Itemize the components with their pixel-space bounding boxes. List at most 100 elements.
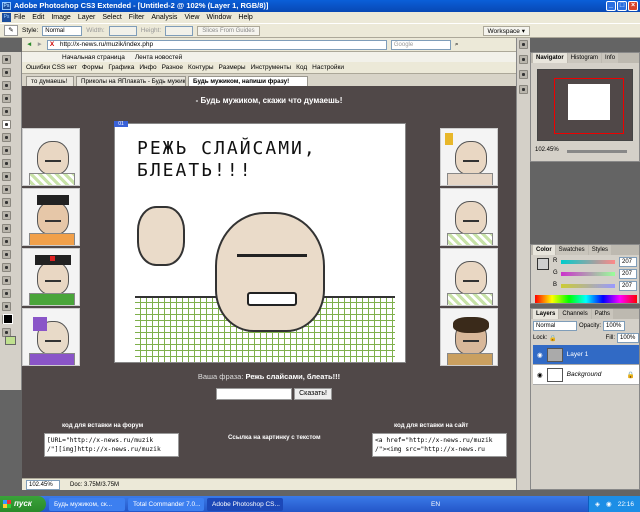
menu-view[interactable]: View — [184, 14, 199, 21]
marquee-tool-icon[interactable] — [2, 68, 11, 77]
menu-layer[interactable]: Layer — [78, 14, 96, 21]
tab-color[interactable]: Color — [533, 245, 555, 255]
visibility-eye-icon[interactable]: ◉ — [537, 371, 543, 379]
tab-paths[interactable]: Paths — [591, 309, 614, 319]
stop-icon[interactable]: X — [50, 41, 54, 49]
navigator-zoom-slider[interactable] — [567, 150, 627, 153]
dock-panel-icon[interactable] — [519, 70, 528, 79]
lasso-tool-icon[interactable] — [2, 81, 11, 90]
gradient-tool-icon[interactable] — [2, 198, 11, 207]
menu-edit[interactable]: Edit — [32, 14, 44, 21]
shape-tool-icon[interactable] — [2, 276, 11, 285]
style-select[interactable]: Normal — [42, 25, 83, 36]
start-button[interactable]: пуск — [0, 496, 46, 512]
face-thumb[interactable] — [440, 248, 498, 306]
eraser-tool-icon[interactable] — [2, 185, 11, 194]
menu-filter[interactable]: Filter — [129, 14, 145, 21]
slices-from-guides-button[interactable]: Slices From Guides — [197, 25, 260, 36]
tab-1[interactable]: то думаешь! — [26, 76, 74, 86]
healing-brush-icon[interactable] — [2, 133, 11, 142]
r-slider[interactable] — [561, 260, 615, 264]
tab-channels[interactable]: Channels — [559, 309, 591, 319]
tb-code[interactable]: Код — [296, 64, 307, 71]
crop-tool-icon[interactable] — [2, 107, 11, 116]
pen-tool-icon[interactable] — [2, 237, 11, 246]
dodge-tool-icon[interactable] — [2, 224, 11, 233]
face-thumb[interactable] — [22, 188, 80, 246]
face-thumb[interactable] — [22, 308, 80, 366]
history-brush-icon[interactable] — [2, 172, 11, 181]
tab-styles[interactable]: Styles — [588, 245, 612, 255]
tb-info[interactable]: Инфо — [139, 64, 156, 71]
blur-tool-icon[interactable] — [2, 211, 11, 220]
bookmark-news-feed[interactable]: Лента новостей — [135, 54, 182, 61]
lock-icon[interactable]: 🔒 — [549, 335, 556, 342]
menu-select[interactable]: Select — [102, 14, 121, 21]
workspace-button[interactable]: Workspace ▾ — [482, 25, 530, 36]
tb-graphics[interactable]: Графика — [108, 64, 134, 71]
menu-image[interactable]: Image — [51, 14, 70, 21]
tb-settings[interactable]: Настройки — [312, 64, 344, 71]
height-field[interactable] — [165, 25, 194, 36]
menu-analysis[interactable]: Analysis — [151, 14, 177, 21]
magic-wand-icon[interactable] — [2, 94, 11, 103]
layer-row-selected[interactable]: ◉ Layer 1 — [533, 345, 639, 365]
face-thumb[interactable] — [440, 188, 498, 246]
bookmark-start-page[interactable]: Начальная страница — [62, 54, 125, 61]
fill-field[interactable]: 100% — [617, 333, 639, 343]
brush-tool-icon[interactable] — [2, 146, 11, 155]
layer-row[interactable]: ◉ Background 🔒 — [533, 365, 639, 385]
clone-stamp-icon[interactable] — [2, 159, 11, 168]
menu-file[interactable]: File — [14, 14, 25, 21]
foreground-color-swatch[interactable] — [537, 258, 549, 270]
width-field[interactable] — [108, 25, 137, 36]
tab-3-active[interactable]: Будь мужиком, напиши фразу! — [188, 76, 308, 86]
color-spectrum[interactable] — [535, 295, 637, 303]
url-field[interactable]: X http://x-news.ru/muzik/index.php — [46, 39, 387, 50]
tab-info[interactable]: Info — [602, 53, 619, 63]
visibility-eye-icon[interactable]: ◉ — [537, 351, 543, 359]
task-browser[interactable]: Будь мужиком, ск... — [49, 497, 125, 511]
search-input[interactable]: Google — [390, 39, 451, 50]
tb-css-errors[interactable]: Ошибки CSS нет — [26, 64, 77, 71]
foreground-color-swatch[interactable] — [3, 314, 13, 324]
forward-icon[interactable]: ► — [36, 41, 42, 48]
b-slider[interactable] — [561, 284, 615, 288]
tb-sizes[interactable]: Размеры — [219, 64, 246, 71]
menu-help[interactable]: Help — [238, 14, 252, 21]
tb-tools[interactable]: Инструменты — [251, 64, 292, 71]
tb-misc[interactable]: Разное — [162, 64, 183, 71]
dock-panel-icon[interactable] — [519, 85, 528, 94]
dock-panel-icon[interactable] — [519, 40, 528, 49]
back-icon[interactable]: ◄ — [26, 41, 32, 48]
menu-window[interactable]: Window — [206, 14, 231, 21]
tab-2[interactable]: Приколы на ЯПлакать - Будь мужик... — [76, 76, 186, 86]
tab-swatches[interactable]: Swatches — [555, 245, 588, 255]
minimize-button[interactable]: _ — [606, 1, 616, 11]
tab-layers[interactable]: Layers — [533, 309, 559, 319]
phrase-input[interactable] — [216, 388, 292, 400]
navigator-zoom[interactable]: 102.45% — [535, 147, 559, 153]
type-tool-icon[interactable] — [2, 250, 11, 259]
face-thumb[interactable] — [22, 248, 80, 306]
face-thumb[interactable] — [22, 128, 80, 186]
tb-forms[interactable]: Формы — [82, 64, 103, 71]
site-code-textarea[interactable]: <a href="http://x-news.ru/muzik /"><img … — [372, 433, 507, 457]
face-thumb[interactable] — [440, 128, 498, 186]
search-icon[interactable]: ⌕ — [455, 41, 459, 49]
task-photoshop[interactable]: Adobe Photoshop CS... — [207, 497, 283, 511]
tb-outline[interactable]: Контуры — [188, 64, 214, 71]
close-button[interactable]: × — [628, 1, 638, 11]
language-indicator[interactable]: EN — [431, 501, 440, 508]
tray-icon[interactable]: ◈ — [595, 500, 600, 508]
quick-mask-icon[interactable] — [5, 336, 16, 345]
tray-icon[interactable]: ◉ — [606, 500, 612, 508]
opacity-field[interactable]: 100% — [603, 321, 626, 331]
face-thumb[interactable] — [440, 308, 498, 366]
r-value[interactable]: 207 — [619, 257, 637, 267]
b-value[interactable]: 207 — [619, 281, 637, 291]
slice-tool-icon[interactable] — [2, 120, 11, 129]
slice-marker[interactable]: 01 — [114, 121, 128, 127]
blend-mode-select[interactable]: Normal — [533, 321, 577, 331]
navigator-thumbnail[interactable] — [537, 69, 633, 141]
